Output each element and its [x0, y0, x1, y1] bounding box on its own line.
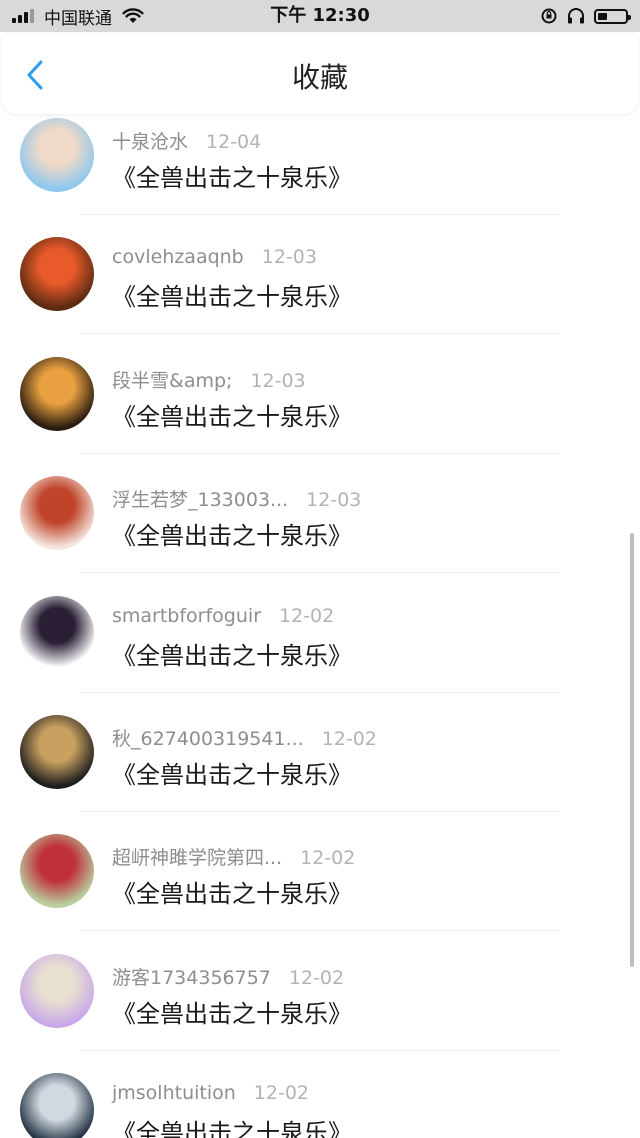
user-name[interactable]: 秋_627400319541... [112, 728, 304, 750]
list-item[interactable]: 段半雪&amp; 12-03 《全兽出击之十泉乐》 [0, 321, 640, 454]
status-bar: 中国联通 下午 12:30 [0, 0, 640, 32]
item-date: 12-03 [306, 489, 362, 512]
user-name[interactable]: 游客1734356757 [112, 967, 271, 989]
item-date: 12-03 [250, 369, 306, 392]
item-date: 12-02 [279, 604, 335, 627]
item-title[interactable]: 《全兽出击之十泉乐》 [112, 636, 352, 671]
item-meta: 十泉沧水 12-04 [112, 127, 261, 154]
avatar[interactable] [20, 356, 94, 431]
favorites-list[interactable]: 十泉沧水 12-04 《全兽出击之十泉乐》 covlehzaaqnb 12-03 《全兽出… [0, 115, 640, 1138]
item-meta: 秋_627400319541... 12-02 [112, 724, 377, 751]
battery-fill [598, 12, 607, 20]
item-date: 12-02 [253, 1082, 310, 1105]
list-item[interactable]: 秋_627400319541... 12-02 《全兽出击之十泉乐》 [0, 679, 640, 812]
item-title[interactable]: 《全兽出击之十泉乐》 [112, 158, 352, 193]
user-name[interactable]: 超岍神雎学院第四... [112, 847, 282, 869]
item-meta: smartbforfoguir 12-02 [112, 605, 334, 627]
user-name[interactable]: 浮生若梦_133003... [112, 489, 288, 511]
item-title[interactable]: 《全兽出击之十泉乐》 [112, 516, 352, 551]
item-meta: 段半雪&amp; 12-03 [112, 366, 306, 393]
status-right [540, 0, 631, 32]
headphones-icon [568, 8, 584, 24]
avatar[interactable] [20, 953, 94, 1028]
avatar[interactable] [20, 595, 94, 670]
item-meta: covlehzaaqnb 12-03 [112, 246, 317, 268]
list-item[interactable]: 浮生若梦_133003... 12-03 《全兽出击之十泉乐》 [0, 440, 640, 574]
avatar[interactable] [20, 1073, 94, 1138]
user-name[interactable]: jmsolhtuition [112, 1082, 236, 1104]
user-name[interactable]: 十泉沧水 [112, 131, 188, 153]
item-date: 12-02 [300, 847, 356, 870]
item-date: 12-04 [206, 131, 262, 153]
scrollbar[interactable] [630, 533, 634, 967]
item-meta: 游客1734356757 12-02 [112, 963, 344, 990]
list-item[interactable]: smartbforfoguir 12-02 《全兽出击之十泉乐》 [0, 560, 640, 693]
user-name[interactable]: covlehzaaqnb [112, 246, 244, 268]
nav-header: 收藏 [2, 34, 638, 114]
item-title[interactable]: 《全兽出击之十泉乐》 [112, 277, 352, 312]
list-item[interactable]: covlehzaaqnb 12-03 《全兽出击之十泉乐》 [0, 201, 640, 335]
user-name[interactable]: smartbforfoguir [112, 605, 261, 627]
item-title[interactable]: 《全兽出击之十泉乐》 [112, 1113, 352, 1138]
avatar[interactable] [20, 715, 94, 789]
battery-icon [594, 8, 631, 24]
item-title[interactable]: 《全兽出击之十泉乐》 [112, 397, 352, 432]
list-item[interactable]: 超岍神雎学院第四... 12-02 《全兽出击之十泉乐》 [0, 798, 640, 932]
item-title[interactable]: 《全兽出击之十泉乐》 [112, 874, 352, 909]
avatar[interactable] [20, 834, 94, 909]
item-date: 12-03 [261, 246, 317, 269]
avatar[interactable] [20, 237, 94, 312]
item-meta: 超岍神雎学院第四... 12-02 [112, 843, 355, 870]
list-item[interactable]: 十泉沧水 12-04 《全兽出击之十泉乐》 [0, 115, 640, 215]
avatar[interactable] [20, 476, 94, 551]
avatar[interactable] [20, 118, 94, 192]
item-date: 12-02 [288, 966, 345, 989]
item-date: 12-02 [321, 728, 377, 750]
item-title[interactable]: 《全兽出击之十泉乐》 [112, 755, 352, 790]
list-item[interactable]: 游客1734356757 12-02 《全兽出击之十泉乐》 [0, 918, 640, 1051]
item-meta: jmsolhtuition 12-02 [112, 1082, 309, 1104]
list-item[interactable]: jmsolhtuition 12-02 《全兽出击之十泉乐》 [0, 1037, 640, 1138]
page-title: 收藏 [291, 61, 348, 94]
rotation-lock-icon [541, 8, 557, 24]
user-name[interactable]: 段半雪&amp; [112, 370, 232, 392]
item-title[interactable]: 《全兽出击之十泉乐》 [112, 994, 352, 1029]
item-meta: 浮生若梦_133003... 12-03 [112, 485, 361, 512]
